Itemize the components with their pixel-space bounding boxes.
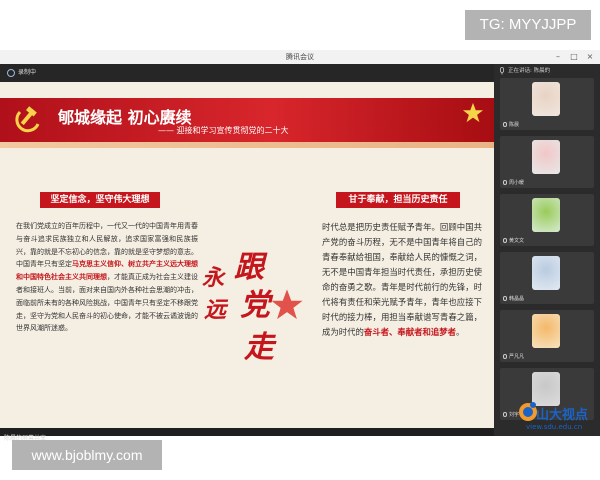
right-highlight: 奋斗者、奉献者和追梦者: [363, 327, 456, 337]
left-paragraph: 在我们党成立的百年历程中，一代又一代的中国青年用青春与奋斗追求民族独立和人民解放…: [16, 220, 198, 335]
calligraphy-yong: 永: [202, 265, 225, 291]
shared-slide: 郇城缘起 初心赓续 —— 迎接和学习宣传贯彻党的二十大 坚定信念，坚守伟大理想 …: [0, 82, 494, 428]
recording-bar: 录制中: [0, 64, 494, 82]
site-logo-name: 山大视点: [536, 408, 589, 423]
site-logo: 山大视点 view.sdu.edu.cn: [516, 396, 600, 436]
maximize-button[interactable]: □: [568, 50, 580, 64]
participant-tile[interactable]: 韩晶晶: [500, 252, 594, 304]
recording-label[interactable]: 录制中: [18, 64, 36, 82]
mic-icon: [503, 354, 507, 359]
left-text-end: ，才能真正成为社会主义建设者和接班人。当前，面对来自国内外各种社会思潮的冲击，面…: [16, 273, 198, 333]
participant-name: 陈晨: [509, 122, 520, 128]
participant-name-row: 韩晶晶: [503, 295, 524, 302]
calligraphy-yuan: 远: [204, 297, 227, 323]
party-emblem-icon: [15, 106, 40, 133]
slide-subtitle: —— 迎接和学习宣传贯彻党的二十大: [158, 126, 289, 135]
mic-icon: [503, 180, 507, 185]
participant-tile[interactable]: 周小暖: [500, 136, 594, 188]
participant-avatar: [532, 256, 560, 290]
red-star-icon: [271, 289, 303, 320]
calligraphy-zou: 走: [244, 330, 274, 365]
site-logo-icon: [519, 402, 537, 421]
speaking-indicator: 正在讲话: 陈晨的: [494, 64, 600, 78]
participant-avatar: [532, 314, 560, 348]
mic-icon: [503, 296, 507, 301]
right-text-end: 。: [456, 327, 465, 337]
participant-tile[interactable]: 黄文文: [500, 194, 594, 246]
participant-avatar: [532, 140, 560, 174]
right-paragraph: 时代总是把历史责任赋予青年。回顾中国共产党的奋斗历程，无不是中国青年将自己的青春…: [322, 220, 482, 340]
participant-sidebar: 正在讲话: 陈晨的 陈晨 周小暖 黄文文 韩晶晶 严凡凡 刘宇: [494, 64, 600, 436]
participant-avatar: [532, 82, 560, 116]
close-button[interactable]: ×: [584, 50, 596, 64]
mic-icon: [503, 412, 507, 417]
site-logo-url: view.sdu.edu.cn: [526, 423, 583, 431]
calligraphy-dang: 党: [240, 288, 270, 323]
meeting-window: 腾讯会议 – □ × 录制中 郇城缘起 初心赓续 —— 迎接和学习宣传贯彻党的二…: [0, 50, 600, 436]
mic-icon: [503, 122, 507, 127]
participant-avatar: [532, 198, 560, 232]
right-section-tag: 甘于奉献，担当历史责任: [336, 192, 460, 208]
participant-name: 韩晶晶: [509, 296, 525, 302]
banner-star-icon: [462, 102, 484, 123]
participant-name: 严凡凡: [509, 354, 525, 360]
bottom-strip: [0, 428, 494, 436]
speaker-icon: [500, 67, 504, 75]
minimize-button[interactable]: –: [552, 50, 564, 64]
mic-icon: [503, 238, 507, 243]
participant-name: 黄文文: [509, 238, 525, 244]
participant-name-row: 周小暖: [503, 179, 524, 186]
participant-name: 周小暖: [509, 180, 525, 186]
participant-name-row: 严凡凡: [503, 353, 524, 360]
participant-name-row: 陈晨: [503, 121, 519, 128]
banner-stripe: [0, 142, 494, 148]
speaking-label: 正在讲话: 陈晨的: [508, 68, 551, 74]
participant-tile[interactable]: 严凡凡: [500, 310, 594, 362]
watermark-top: TG: MYYJJPP: [465, 10, 591, 40]
left-section-tag: 坚定信念，坚守伟大理想: [40, 192, 160, 208]
watermark-bottom: www.bjoblmy.com: [12, 440, 162, 470]
right-text-start: 时代总是把历史责任赋予青年。回顾中国共产党的奋斗历程，无不是中国青年将自己的青春…: [322, 222, 482, 337]
recording-icon: [7, 69, 15, 77]
window-title: 腾讯会议: [286, 53, 314, 61]
title-bar: 腾讯会议 – □ ×: [0, 50, 600, 64]
participant-name-row: 黄文文: [503, 237, 524, 244]
participant-tile[interactable]: 陈晨: [500, 78, 594, 130]
